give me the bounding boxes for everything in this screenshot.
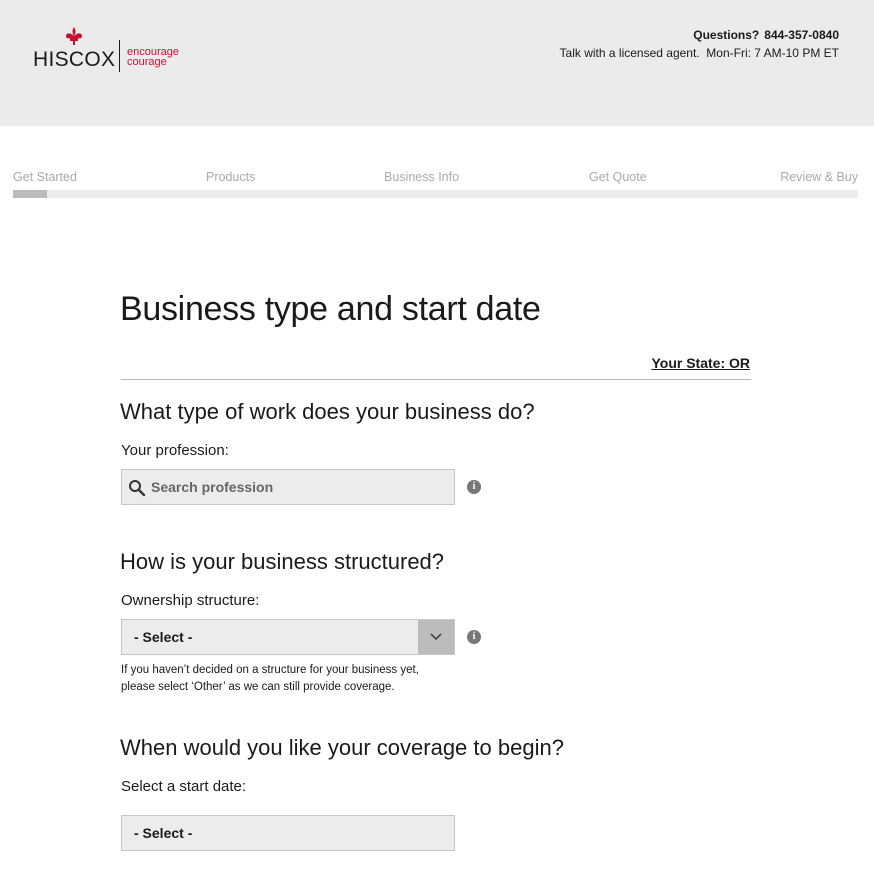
dropdown-toggle[interactable] bbox=[418, 620, 454, 654]
search-icon bbox=[129, 480, 146, 497]
title-divider bbox=[121, 379, 751, 380]
logo-divider bbox=[119, 40, 120, 72]
ownership-help-text: If you haven’t decided on a structure fo… bbox=[121, 662, 461, 696]
step-products: Products bbox=[206, 170, 256, 184]
questions-label: Questions? bbox=[693, 28, 760, 42]
profession-label: Your profession: bbox=[121, 442, 229, 459]
site-header: HISCOX encourage courage Questions? 844-3… bbox=[0, 0, 874, 126]
tagline-line-2: courage bbox=[127, 56, 167, 68]
help-line-1: If you haven’t decided on a structure fo… bbox=[121, 664, 419, 676]
progress-steps: Get Started Products Business Info Get Q… bbox=[13, 170, 858, 184]
fleur-de-lis-icon bbox=[66, 27, 82, 45]
info-icon[interactable]: i bbox=[467, 630, 481, 644]
brand-tagline: encourage courage bbox=[127, 47, 179, 68]
ownership-structure-select[interactable]: - Select - bbox=[121, 619, 455, 655]
profession-search-input[interactable] bbox=[151, 470, 451, 504]
chevron-down-icon bbox=[430, 633, 442, 641]
start-date-label: Select a start date: bbox=[121, 778, 247, 795]
profession-search-box[interactable] bbox=[121, 469, 455, 505]
phone-number[interactable]: 844-357-0840 bbox=[764, 28, 839, 42]
coverage-question-heading: When would you like your coverage to beg… bbox=[120, 735, 564, 760]
ownership-selected-value: - Select - bbox=[134, 629, 193, 645]
contact-info: Questions? 844-357-0840 Talk with a licen… bbox=[560, 28, 839, 60]
progress-bar-fill bbox=[13, 190, 47, 198]
progress-bar bbox=[13, 190, 858, 198]
structure-question-heading: How is your business structured? bbox=[120, 549, 445, 574]
agent-hours: Talk with a licensed agent. Mon-Fri: 7 A… bbox=[559, 46, 839, 60]
questions-line: Questions? 844-357-0840 bbox=[560, 28, 839, 42]
start-date-select[interactable]: - Select - bbox=[121, 815, 455, 851]
page-title: Business type and start date bbox=[120, 290, 541, 328]
profession-question-heading: What type of work does your business do? bbox=[120, 399, 535, 424]
step-get-quote: Get Quote bbox=[589, 170, 647, 184]
step-get-started: Get Started bbox=[13, 170, 77, 184]
help-line-2: please select ‘Other’ as we can still pr… bbox=[121, 681, 395, 693]
your-state-link[interactable]: Your State: OR bbox=[600, 355, 750, 371]
step-review-buy: Review & Buy bbox=[780, 170, 858, 184]
ownership-label: Ownership structure: bbox=[121, 592, 260, 609]
brand-wordmark: HISCOX bbox=[33, 48, 116, 71]
step-business-info: Business Info bbox=[384, 170, 460, 184]
info-icon[interactable]: i bbox=[467, 480, 481, 494]
start-date-selected-value: - Select - bbox=[134, 825, 193, 841]
